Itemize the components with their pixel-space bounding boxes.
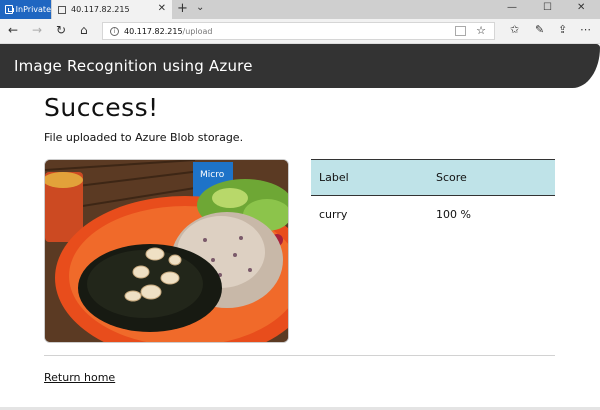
close-window-icon[interactable]: ✕ [577, 2, 585, 13]
inprivate-icon [5, 5, 14, 14]
table-header-row: Label Score [311, 159, 555, 196]
recognition-results-table: Label Score curry 100 % [311, 159, 555, 234]
content-divider [44, 355, 555, 356]
curry-photo-illustration: Micro [45, 160, 288, 342]
mug-sign-text: Micro [200, 170, 225, 180]
chevron-down-icon[interactable]: ⌄ [196, 2, 204, 13]
close-tab-icon[interactable]: ✕ [158, 3, 166, 14]
uploaded-photo: Micro [44, 159, 289, 343]
share-icon[interactable]: ⇪ [558, 23, 567, 36]
url-path: /upload [182, 26, 213, 36]
refresh-icon[interactable]: ↻ [56, 23, 66, 37]
favorite-star-icon[interactable]: ☆ [476, 24, 486, 37]
browser-tab-bar: InPrivate 40.117.82.215 ✕ + ⌄ — ☐ ✕ [0, 0, 600, 19]
site-title: Image Recognition using Azure [14, 57, 253, 75]
table-row: curry 100 % [311, 196, 555, 234]
column-header-label: Label [311, 159, 428, 196]
result-score-cell: 100 % [436, 208, 471, 222]
home-icon[interactable]: ⌂ [80, 23, 88, 37]
browser-tab[interactable]: 40.117.82.215 ✕ [52, 0, 172, 19]
reading-view-icon[interactable] [455, 26, 466, 36]
more-icon[interactable]: ⋯ [580, 23, 591, 36]
inprivate-label: InPrivate [15, 5, 51, 14]
tab-title: 40.117.82.215 [71, 5, 130, 14]
info-icon[interactable]: i [110, 26, 119, 36]
url-host: 40.117.82.215 [124, 26, 183, 36]
forward-icon[interactable]: → [32, 23, 42, 37]
column-header-score: Score [428, 159, 555, 196]
url-input[interactable]: i 40.117.82.215/upload ☆ [102, 22, 495, 40]
pen-icon[interactable]: ✎ [535, 23, 544, 36]
favorites-icon[interactable]: ✩ [510, 23, 519, 36]
minimize-icon[interactable]: — [507, 2, 517, 13]
result-label-cell: curry [319, 208, 348, 222]
upload-message: File uploaded to Azure Blob storage. [44, 131, 244, 144]
browser-address-bar: ← → ↻ ⌂ i 40.117.82.215/upload ☆ ✩ ✎ ⇪ ⋯ [0, 19, 600, 44]
page-icon [58, 5, 66, 14]
page-heading: Success! [44, 93, 159, 122]
maximize-icon[interactable]: ☐ [543, 2, 552, 13]
return-home-link[interactable]: Return home [44, 371, 115, 384]
new-tab-icon[interactable]: + [177, 1, 188, 16]
back-icon[interactable]: ← [8, 23, 18, 37]
inprivate-badge[interactable]: InPrivate [0, 0, 51, 19]
